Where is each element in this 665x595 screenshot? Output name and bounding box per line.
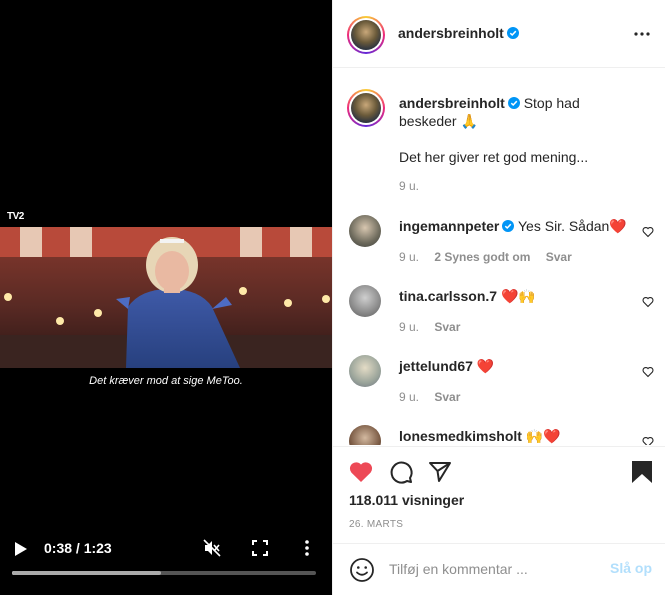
commenter-username[interactable]: tina.carlsson.7 xyxy=(399,288,497,304)
commenter-avatar[interactable] xyxy=(349,355,381,387)
comment-meta: 9 u. 2 Synes godt om Svar xyxy=(399,250,584,264)
comment-body: 🙌❤️ xyxy=(525,428,561,444)
play-icon[interactable] xyxy=(14,541,28,557)
more-vertical-icon[interactable] xyxy=(302,539,312,557)
commenter-username[interactable]: ingemannpeter xyxy=(399,218,499,234)
comment-text: tina.carlsson.7 ❤️🙌 xyxy=(399,287,639,305)
verified-icon xyxy=(507,97,520,109)
comment-reply-button[interactable]: Svar xyxy=(434,390,460,404)
video-player[interactable]: TV2 Det kræver mod at sige MeToo. 0:38 /… xyxy=(0,0,332,595)
heart-icon[interactable] xyxy=(642,296,654,308)
caption-time: 9 u. xyxy=(399,179,420,193)
comment-text: lonesmedkimsholt 🙌❤️ xyxy=(399,427,639,445)
post-side-panel: andersbreinholt andersbreinholt Stop had… xyxy=(332,0,665,595)
emoji-icon[interactable] xyxy=(349,557,375,583)
share-icon[interactable] xyxy=(427,459,453,485)
video-progress-bar[interactable] xyxy=(12,571,316,575)
video-still xyxy=(0,227,332,368)
author-username[interactable]: andersbreinholt xyxy=(398,25,504,41)
comment-time: 9 u. xyxy=(399,390,420,404)
fullscreen-icon[interactable] xyxy=(252,540,268,556)
author-avatar[interactable] xyxy=(347,16,385,54)
comment-input[interactable] xyxy=(389,556,589,582)
comment-text: ingemannpeter Yes Sir. Sådan❤️ xyxy=(399,217,639,235)
post-actions: 118.011 visninger 26. MARTS xyxy=(333,446,665,542)
comment-text: jettelund67 ❤️ xyxy=(399,357,639,375)
comment-icon[interactable] xyxy=(388,459,414,485)
caption-text: andersbreinholt Stop had beskeder 🙏 xyxy=(399,94,639,130)
mute-icon[interactable] xyxy=(203,539,221,557)
add-comment-bar: Slå op xyxy=(333,543,665,595)
post-header: andersbreinholt xyxy=(333,0,665,68)
commenter-avatar[interactable] xyxy=(349,425,381,445)
commenter-username[interactable]: lonesmedkimsholt xyxy=(399,428,522,444)
comment-reply-button[interactable]: Svar xyxy=(434,320,460,334)
comment-item: lonesmedkimsholt 🙌❤️ xyxy=(333,425,665,445)
comment-item: jettelund67 ❤️ 9 u. Svar xyxy=(333,355,665,415)
post-comment-button[interactable]: Slå op xyxy=(610,560,652,576)
comment-meta: 9 u. Svar xyxy=(399,320,472,334)
commenter-username[interactable]: jettelund67 xyxy=(399,358,473,374)
caption-username[interactable]: andersbreinholt xyxy=(399,95,505,111)
heart-icon[interactable] xyxy=(642,226,654,238)
comment-body: Yes Sir. Sådan❤️ xyxy=(518,218,627,234)
video-buffer xyxy=(12,571,161,575)
view-count: 118.011 visninger xyxy=(349,492,465,508)
video-frame[interactable] xyxy=(0,227,332,368)
commenter-avatar[interactable] xyxy=(349,215,381,247)
comment-time: 9 u. xyxy=(399,250,420,264)
caption-avatar[interactable] xyxy=(347,89,385,127)
comment-body: ❤️🙌 xyxy=(500,288,536,304)
comments-list[interactable]: andersbreinholt Stop had beskeder 🙏 Det … xyxy=(333,69,665,445)
comment-body: ❤️ xyxy=(476,358,495,374)
comment-item: tina.carlsson.7 ❤️🙌 9 u. Svar xyxy=(333,285,665,345)
caption-body: Det her giver ret god mening... xyxy=(399,149,589,165)
comment-item: ingemannpeter Yes Sir. Sådan❤️ 9 u. 2 Sy… xyxy=(333,215,665,275)
comment-time: 9 u. xyxy=(399,320,420,334)
commenter-avatar[interactable] xyxy=(349,285,381,317)
heart-icon[interactable] xyxy=(642,436,654,445)
caption-meta: 9 u. xyxy=(399,179,431,193)
comment-likes[interactable]: 2 Synes godt om xyxy=(434,250,530,264)
channel-logo: TV2 xyxy=(7,211,24,222)
caption: andersbreinholt Stop had beskeder 🙏 Det … xyxy=(333,69,665,193)
more-horizontal-icon[interactable] xyxy=(634,26,650,42)
post-date[interactable]: 26. MARTS xyxy=(349,519,403,530)
heart-icon[interactable] xyxy=(348,459,374,485)
video-controls: 0:38 / 1:23 xyxy=(0,533,332,563)
comment-reply-button[interactable]: Svar xyxy=(546,250,572,264)
heart-icon[interactable] xyxy=(642,366,654,378)
verified-icon xyxy=(506,27,519,39)
verified-icon xyxy=(502,220,515,232)
video-time: 0:38 / 1:23 xyxy=(44,540,112,556)
bookmark-icon[interactable] xyxy=(629,459,655,485)
comment-meta: 9 u. Svar xyxy=(399,390,472,404)
author-name-row: andersbreinholt xyxy=(398,25,519,43)
video-subtitle: Det kræver mod at sige MeToo. xyxy=(89,375,243,387)
